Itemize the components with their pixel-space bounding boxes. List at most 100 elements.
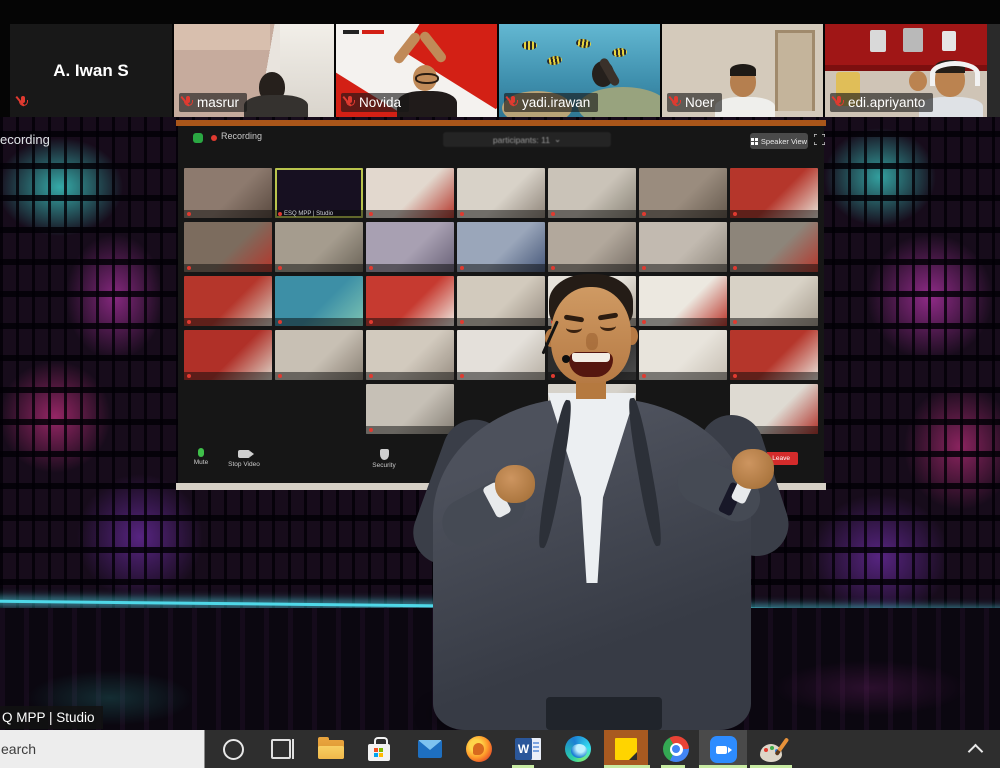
inner-gallery-tile [639, 330, 727, 380]
inner-meeting-toolbar: Mute Stop Video Security Leave [178, 442, 824, 482]
participant-tile-novida[interactable]: Novida [336, 24, 497, 117]
recording-label: Recording [221, 131, 262, 141]
studio-floor [0, 608, 1000, 730]
mail-icon [418, 740, 442, 758]
zoom-app-button[interactable] [699, 730, 747, 768]
file-explorer-icon [318, 740, 344, 759]
inner-gallery-tile [184, 276, 272, 326]
camera-icon [238, 450, 250, 458]
paint-icon [760, 737, 785, 762]
inner-gallery-tile [184, 330, 272, 380]
muted-mic-icon [508, 96, 518, 109]
word-button[interactable]: W [506, 730, 550, 768]
inner-gallery-tile [275, 330, 363, 380]
word-icon: W [515, 738, 541, 760]
inner-gallery-tile [730, 330, 818, 380]
tray-expand-chevron-icon[interactable] [968, 744, 984, 760]
chevron-down-icon: ⌄ [554, 134, 561, 145]
inner-gallery-grid: ESQ MPP | Studio [184, 168, 818, 434]
inner-gallery-tile [548, 222, 636, 272]
studio-display-screen: Recording participants: 11 ⌄ Speaker Vie… [178, 120, 824, 490]
edge-button[interactable] [556, 730, 600, 768]
inner-gallery-tile [275, 222, 363, 272]
main-speaker-video[interactable]: Recording participants: 11 ⌄ Speaker Vie… [0, 117, 1000, 730]
cortana-icon [223, 739, 244, 760]
muted-mic-icon [183, 96, 193, 109]
inner-gallery-tile [548, 168, 636, 218]
speaker-view-button: Speaker View [750, 133, 808, 149]
zoom-app-icon [710, 736, 737, 763]
file-explorer-button[interactable] [309, 730, 353, 768]
recording-overlay-text: ecording [0, 132, 50, 147]
mute-button: Mute [186, 448, 216, 466]
task-view-icon [271, 739, 291, 759]
inner-gallery-tile [730, 222, 818, 272]
inner-gallery-tile [730, 168, 818, 218]
inner-gallery-tile [275, 276, 363, 326]
cortana-button[interactable] [211, 730, 255, 768]
participant-tile-a-iwan-s[interactable]: A. Iwan S [10, 24, 172, 117]
participant-name: Novida [359, 95, 401, 110]
participant-tile-noer[interactable]: Noer [662, 24, 823, 117]
paint-button[interactable] [750, 730, 794, 768]
mail-button[interactable] [408, 730, 452, 768]
inner-gallery-tile [184, 168, 272, 218]
security-button: Security [366, 448, 402, 469]
sticky-notes-icon [615, 738, 637, 760]
search-input[interactable]: earch [0, 730, 205, 768]
inner-gallery-tile [366, 222, 454, 272]
shield-icon [380, 449, 389, 460]
security-shield-icon [193, 133, 203, 143]
chrome-icon [663, 736, 689, 762]
inner-gallery-tile [639, 168, 727, 218]
muted-mic-icon [671, 96, 681, 109]
stop-video-button: Stop Video [222, 448, 266, 468]
inner-gallery-tile [639, 222, 727, 272]
inner-gallery-tile [366, 330, 454, 380]
inner-gallery-tile [548, 330, 636, 380]
participant-filmstrip: A. Iwan S masrur Novida [0, 0, 1000, 117]
inner-gallery-tile [184, 222, 272, 272]
inner-gallery-tile [548, 276, 636, 326]
headphones [930, 61, 980, 86]
participant-name: masrur [197, 95, 239, 110]
inner-gallery-tile [730, 384, 818, 434]
participant-name: A. Iwan S [10, 24, 172, 117]
inner-gallery-tile [548, 384, 636, 434]
inner-gallery-tile [457, 330, 545, 380]
participant-tile-edi-apriyanto[interactable]: edi.apriyanto [825, 24, 987, 117]
inner-meeting-topbar: Recording participants: 11 ⌄ Speaker Vie… [178, 126, 824, 166]
participant-tile-yadi-irawan[interactable]: yadi.irawan [499, 24, 660, 117]
inner-gallery-tile [457, 276, 545, 326]
screen-bezel-bottom [176, 483, 826, 490]
inner-gallery-tile [366, 384, 454, 434]
firefox-icon [466, 736, 492, 762]
inner-gallery-tile [366, 276, 454, 326]
microsoft-store-icon [368, 737, 392, 761]
fish [522, 41, 537, 50]
participant-name: Noer [685, 95, 714, 110]
view-grid-icon [751, 138, 758, 145]
sticky-notes-button[interactable] [604, 730, 648, 768]
participant-name: edi.apriyanto [848, 95, 925, 110]
inner-gallery-tile: ESQ MPP | Studio [275, 168, 363, 218]
fullscreen-icon [814, 134, 825, 145]
task-view-button[interactable] [259, 730, 303, 768]
participants-pill: participants: 11 ⌄ [443, 132, 611, 147]
muted-mic-icon [834, 96, 844, 109]
participant-tile-masrur[interactable]: masrur [174, 24, 334, 117]
microsoft-store-button[interactable] [358, 730, 402, 768]
muted-mic-icon [345, 96, 355, 109]
mpp-logo [343, 30, 359, 34]
leave-button: Leave [764, 452, 798, 465]
chrome-button[interactable] [654, 730, 698, 768]
inner-gallery-tile [639, 276, 727, 326]
inner-gallery-tile [730, 276, 818, 326]
firefox-button[interactable] [457, 730, 501, 768]
participant-name: yadi.irawan [522, 95, 590, 110]
edge-icon [565, 736, 591, 762]
windows-taskbar: earch W [0, 730, 1000, 768]
recording-dot-icon [211, 135, 217, 141]
inner-gallery-tile [457, 168, 545, 218]
mic-icon [198, 448, 204, 457]
